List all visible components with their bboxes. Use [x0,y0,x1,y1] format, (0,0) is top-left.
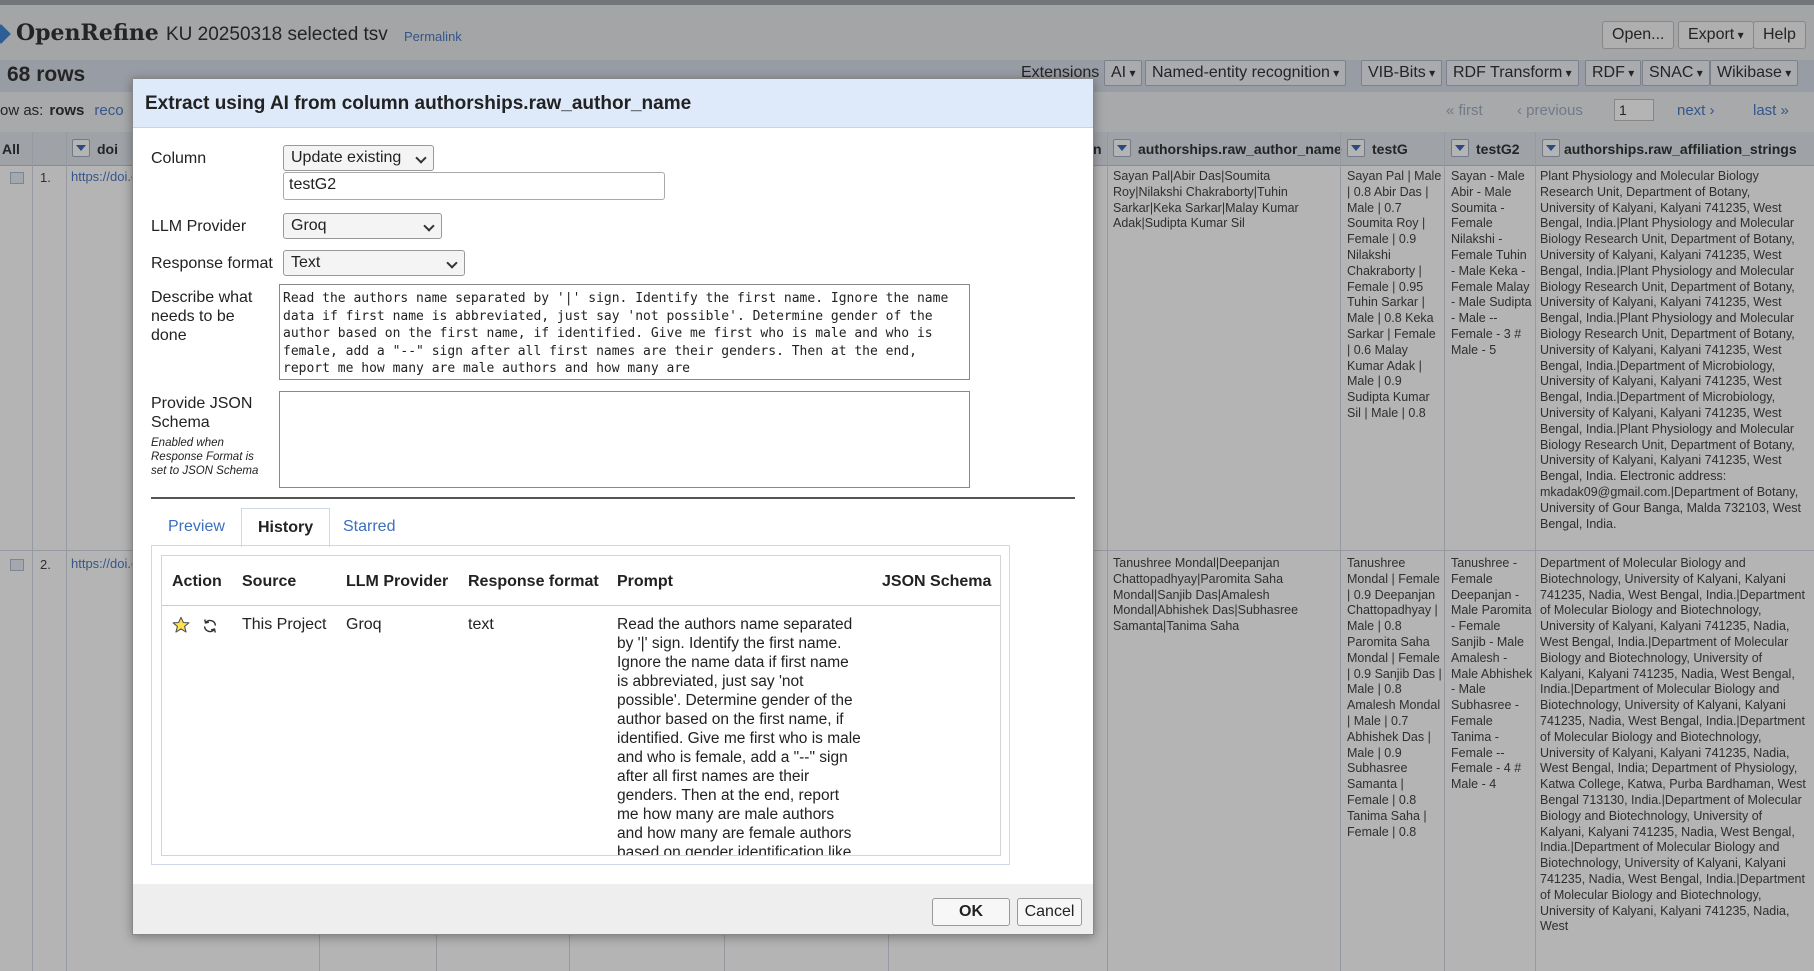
history-prompt: Read the authors name separated by '|' s… [617,616,861,856]
column-label: Column [151,150,207,167]
history-format: text [468,616,494,633]
tab-preview[interactable]: Preview [152,508,241,546]
history-header-schema: JSON Schema [882,573,992,590]
star-icon[interactable] [172,616,190,634]
history-header-llm: LLM Provider [346,573,449,590]
response-format-select[interactable]: Text [283,250,465,276]
history-header-format: Response format [468,573,599,590]
history-table: Action Source LLM Provider Response form… [161,555,1001,856]
cancel-button[interactable]: Cancel [1017,898,1082,926]
history-source: This Project [242,616,327,633]
describe-textarea[interactable]: Read the authors name separated by '|' s… [279,284,970,380]
ok-button[interactable]: OK [932,898,1010,926]
tab-history[interactable]: History [241,508,331,547]
reload-icon[interactable] [201,617,219,635]
section-divider [151,497,1075,499]
history-llm: Groq [346,616,382,633]
history-header-action: Action [172,573,222,590]
llm-provider-select[interactable]: Groq [283,213,442,239]
history-header-prompt: Prompt [617,573,673,590]
extract-ai-dialog: Extract using AI from column authorships… [132,78,1094,935]
describe-label: Describe what needs to be done [151,289,253,344]
column-mode-select[interactable]: Update existing [283,145,434,171]
llm-provider-label: LLM Provider [151,218,247,235]
dialog-title: Extract using AI from column authorships… [145,93,692,114]
json-schema-label: Provide JSON Schema [151,395,253,431]
response-format-label: Response format [151,255,273,272]
dialog-footer: OK Cancel [133,884,1093,934]
column-name-input[interactable]: testG2 [283,172,665,200]
tab-starred[interactable]: Starred [327,508,411,546]
dialog-header: Extract using AI from column authorships… [133,79,1093,128]
history-panel: Action Source LLM Provider Response form… [151,545,1010,865]
json-schema-textarea[interactable] [279,391,970,488]
json-schema-hint: Enabled when Response Format is set to J… [151,437,259,477]
history-header-divider [162,605,1000,606]
history-header-source: Source [242,573,297,590]
